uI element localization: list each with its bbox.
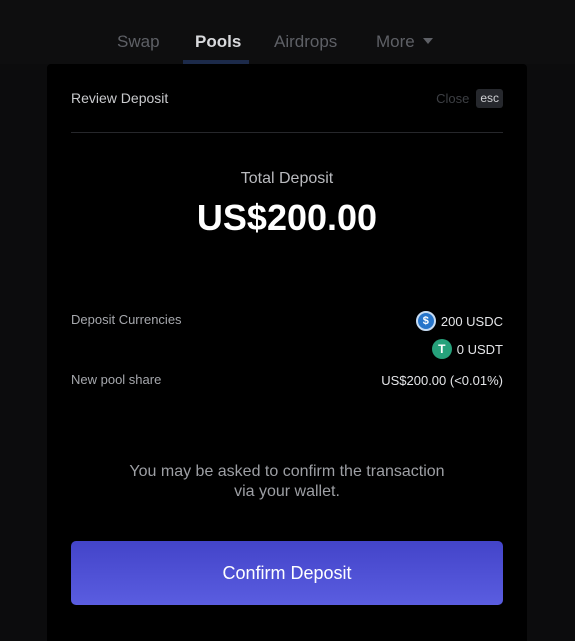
chevron-down-icon: [422, 38, 433, 44]
nav-airdrops[interactable]: Airdrops: [274, 32, 337, 52]
pool-share-label: New pool share: [71, 372, 162, 387]
notice-line-1: You may be asked to confirm the transact…: [129, 463, 445, 480]
close-label[interactable]: Close: [436, 91, 469, 106]
pool-share-value: US$200.00 (<0.01%): [381, 373, 503, 388]
notice-line-2: via your wallet.: [234, 483, 340, 500]
usdt-icon: T: [431, 339, 452, 359]
header-divider: [71, 132, 503, 133]
usdc-amount: 200 USDC: [440, 313, 503, 329]
nav-swap[interactable]: Swap: [117, 32, 160, 52]
deposit-currencies-label: Deposit Currencies: [71, 312, 182, 327]
wallet-confirm-notice: You may be asked to confirm the transact…: [47, 462, 527, 502]
confirm-deposit-button[interactable]: Confirm Deposit: [71, 541, 503, 605]
esc-key-badge[interactable]: esc: [476, 89, 503, 108]
currency-row-usdc: $ 200 USDC: [415, 311, 503, 331]
total-deposit-label: Total Deposit: [240, 170, 334, 187]
top-navigation: Swap Pools Airdrops More: [0, 0, 575, 64]
nav-more-label: More: [376, 32, 415, 51]
usdt-amount: 0 USDT: [456, 341, 503, 357]
close-control[interactable]: Close esc: [436, 89, 503, 108]
currency-row-usdt: T 0 USDT: [431, 339, 503, 359]
usdc-icon: $: [415, 311, 436, 331]
nav-pools[interactable]: Pools: [195, 32, 241, 52]
nav-more[interactable]: More: [376, 32, 433, 52]
total-deposit-value: US$200.00: [196, 197, 378, 238]
modal-title: Review Deposit: [71, 90, 169, 106]
review-deposit-modal: Review Deposit Close esc Total Deposit U…: [47, 64, 527, 641]
